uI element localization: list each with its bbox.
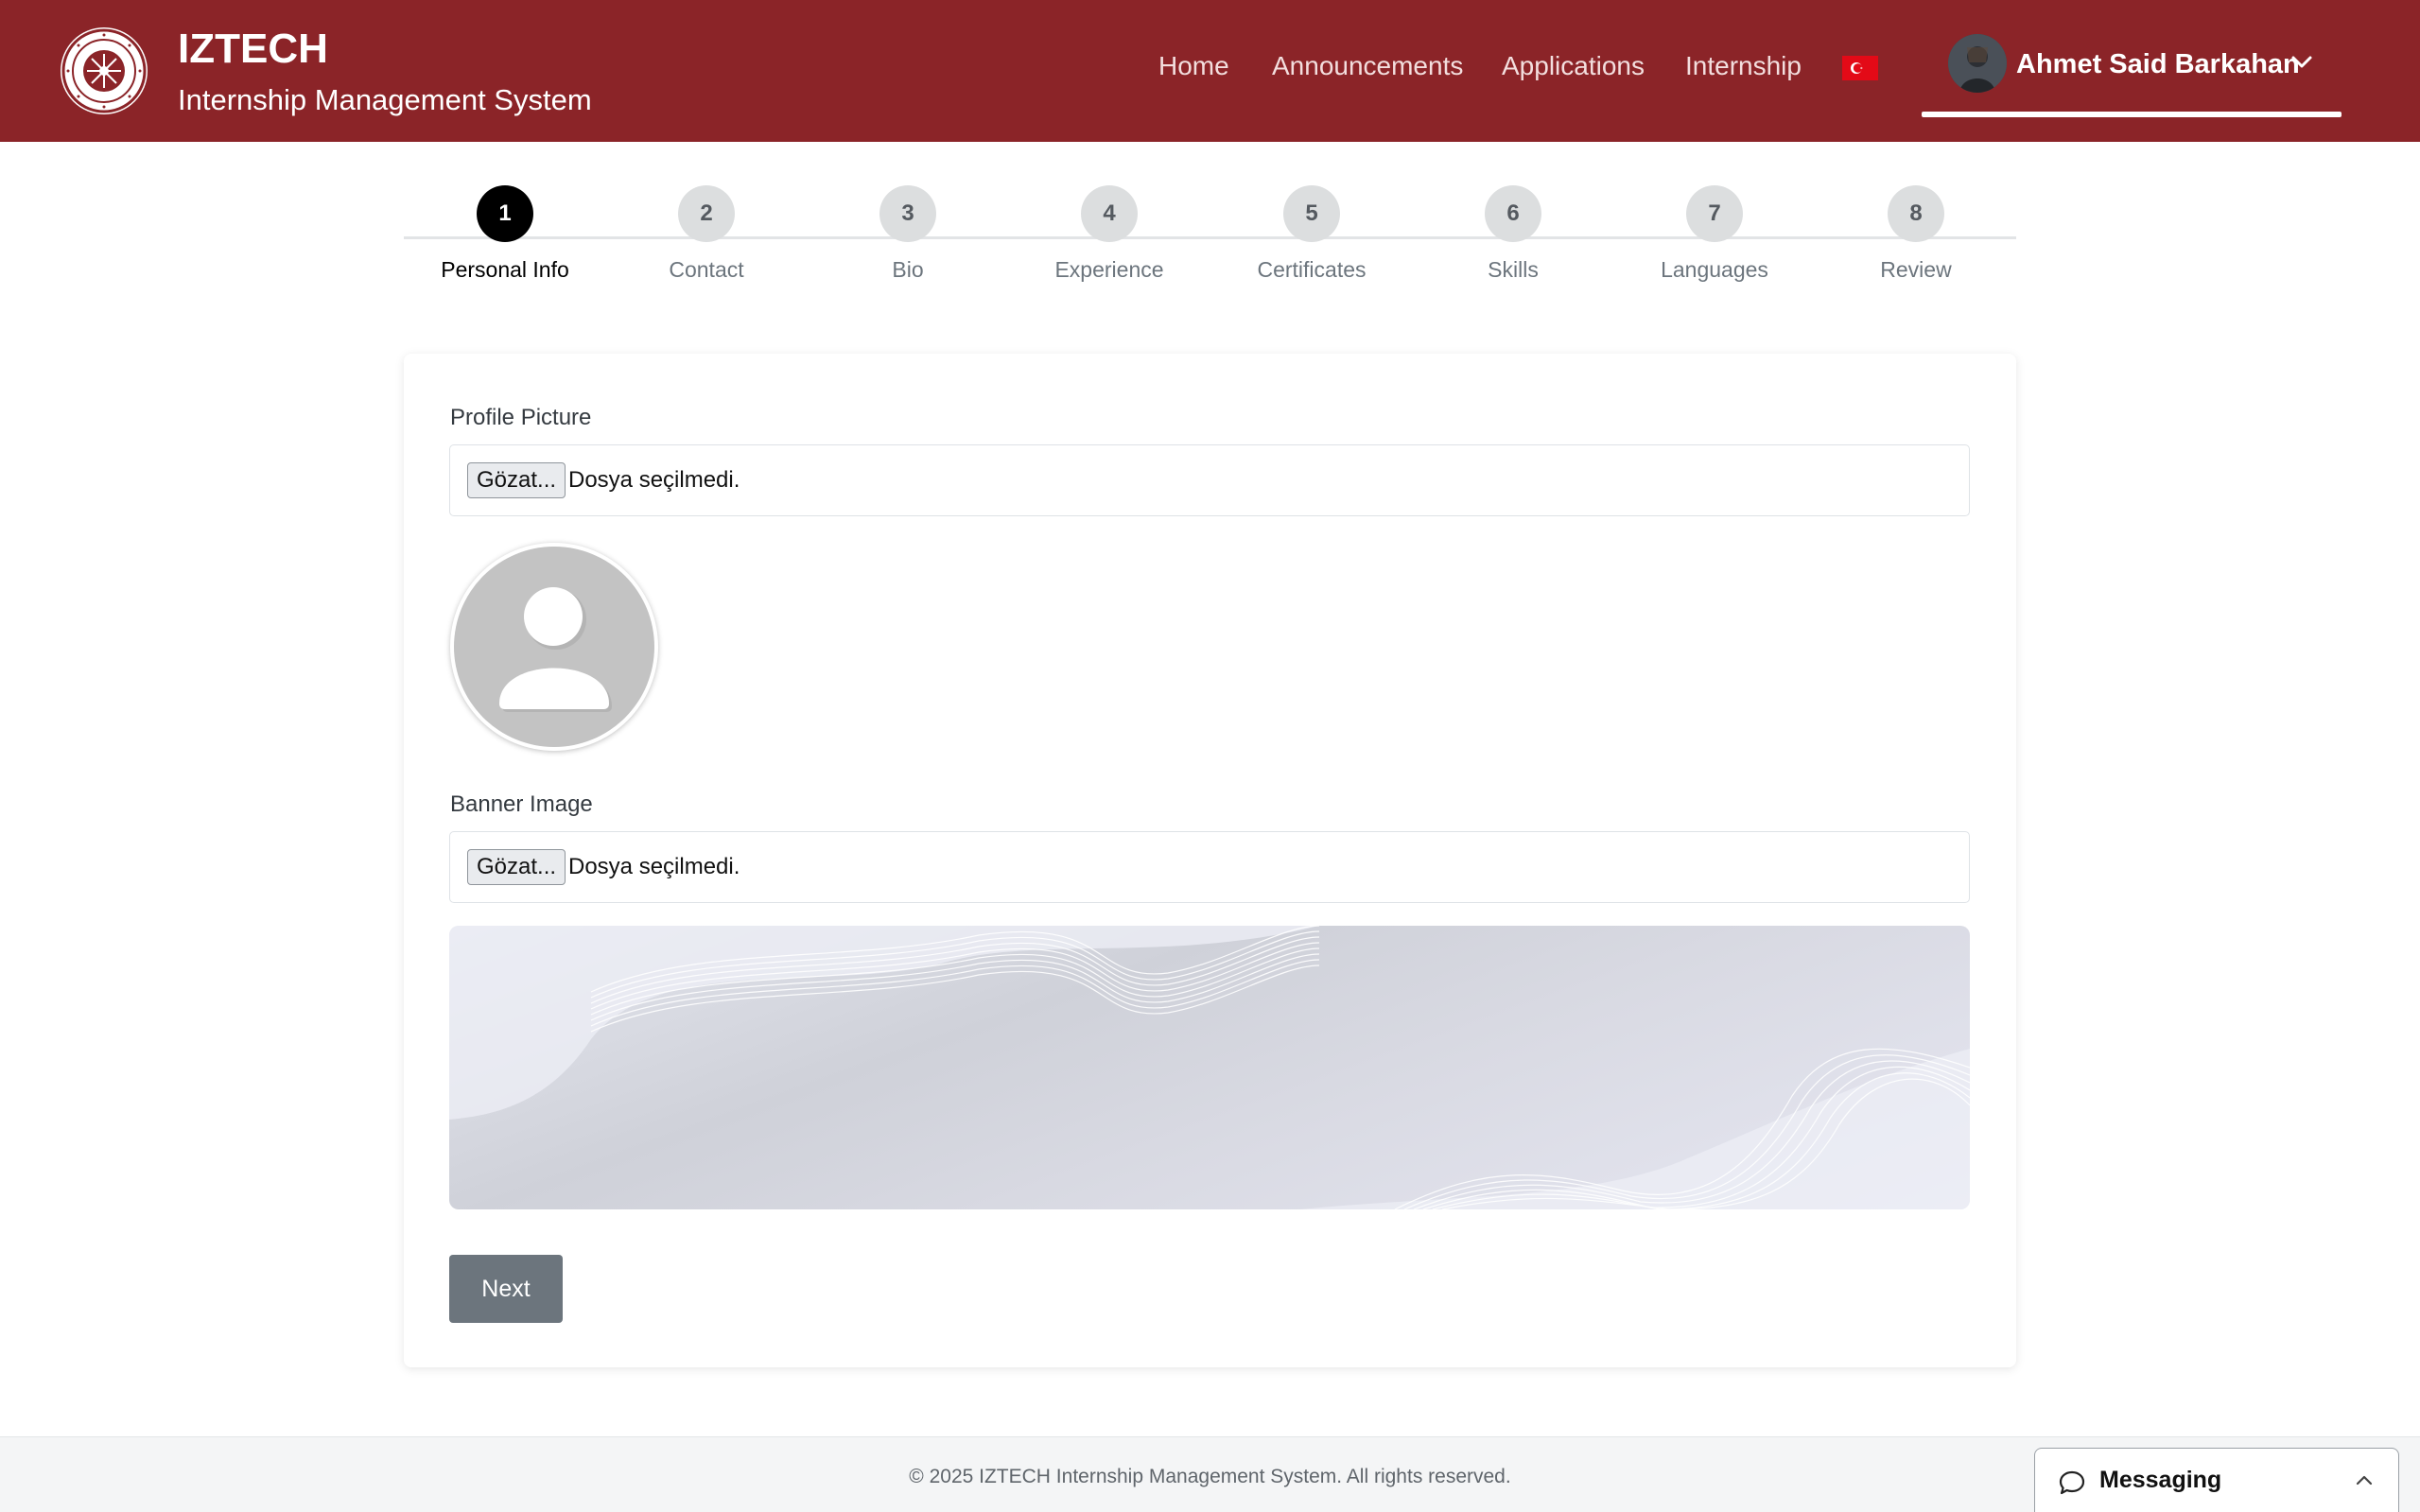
user-name: Ahmet Said Barkahan [2016,49,2300,79]
step-contact[interactable]: 2 Contact [631,185,782,284]
step-label: Languages [1661,257,1768,282]
step-number: 6 [1485,185,1541,242]
step-label: Experience [1054,257,1164,282]
nav-link-applications[interactable]: Applications [1502,47,1645,85]
banner-image-preview [449,926,1970,1209]
profile-picture-file-input[interactable]: Gözat... Dosya seçilmedi. [449,444,1970,516]
progress-stepper: 1 Personal Info 2 Contact 3 Bio 4 Experi… [404,185,2016,289]
step-review[interactable]: 8 Review [1840,185,1992,284]
active-underline [1922,112,2342,117]
user-menu[interactable]: Ahmet Said Barkahan [1922,34,2342,117]
step-number: 3 [879,185,936,242]
step-number: 8 [1888,185,1944,242]
step-personal-info[interactable]: 1 Personal Info [429,185,581,284]
profile-picture-browse-button[interactable]: Gözat... [467,462,566,498]
step-label: Bio [892,257,924,282]
user-avatar [1948,34,2007,93]
step-number: 2 [678,185,735,242]
step-number: 4 [1081,185,1138,242]
turkey-flag-icon[interactable] [1842,56,1878,80]
next-button[interactable]: Next [449,1255,563,1323]
step-number: 7 [1686,185,1743,242]
step-label: Personal Info [441,257,569,282]
step-label: Skills [1488,257,1539,282]
top-navbar: IZTECH Internship Management System Home… [0,0,2420,142]
step-label: Contact [669,257,744,282]
university-seal-icon[interactable] [61,27,148,114]
step-bio[interactable]: 3 Bio [832,185,984,284]
chat-bubble-icon [2058,1469,2086,1501]
nav-link-internship[interactable]: Internship [1685,47,1802,85]
step-languages[interactable]: 7 Languages [1639,185,1790,284]
brand-title[interactable]: IZTECH [178,25,328,74]
nav-link-home[interactable]: Home [1158,47,1229,85]
personal-info-card: Profile Picture Gözat... Dosya seçilmedi… [404,354,2016,1367]
chevron-down-icon [2290,55,2313,75]
step-number: 1 [477,185,533,242]
banner-image-file-input[interactable]: Gözat... Dosya seçilmedi. [449,831,1970,903]
profile-picture-preview [450,543,658,751]
step-label: Certificates [1257,257,1367,282]
user-placeholder-icon [454,547,654,747]
chevron-up-icon[interactable] [2355,1473,2374,1491]
nav-link-announcements[interactable]: Announcements [1272,47,1463,85]
step-certificates[interactable]: 5 Certificates [1236,185,1387,284]
step-number: 5 [1283,185,1340,242]
step-experience[interactable]: 4 Experience [1034,185,1185,284]
messaging-widget[interactable]: Messaging [2034,1448,2399,1512]
step-skills[interactable]: 6 Skills [1437,185,1589,284]
step-label: Review [1880,257,1952,282]
brand-subtitle: Internship Management System [178,83,592,116]
banner-image-label: Banner Image [450,791,593,817]
banner-image-file-status: Dosya seçilmedi. [568,854,740,879]
profile-picture-file-status: Dosya seçilmedi. [568,467,740,493]
profile-picture-label: Profile Picture [450,405,592,430]
banner-image-browse-button[interactable]: Gözat... [467,849,566,885]
messaging-label: Messaging [2099,1467,2222,1493]
